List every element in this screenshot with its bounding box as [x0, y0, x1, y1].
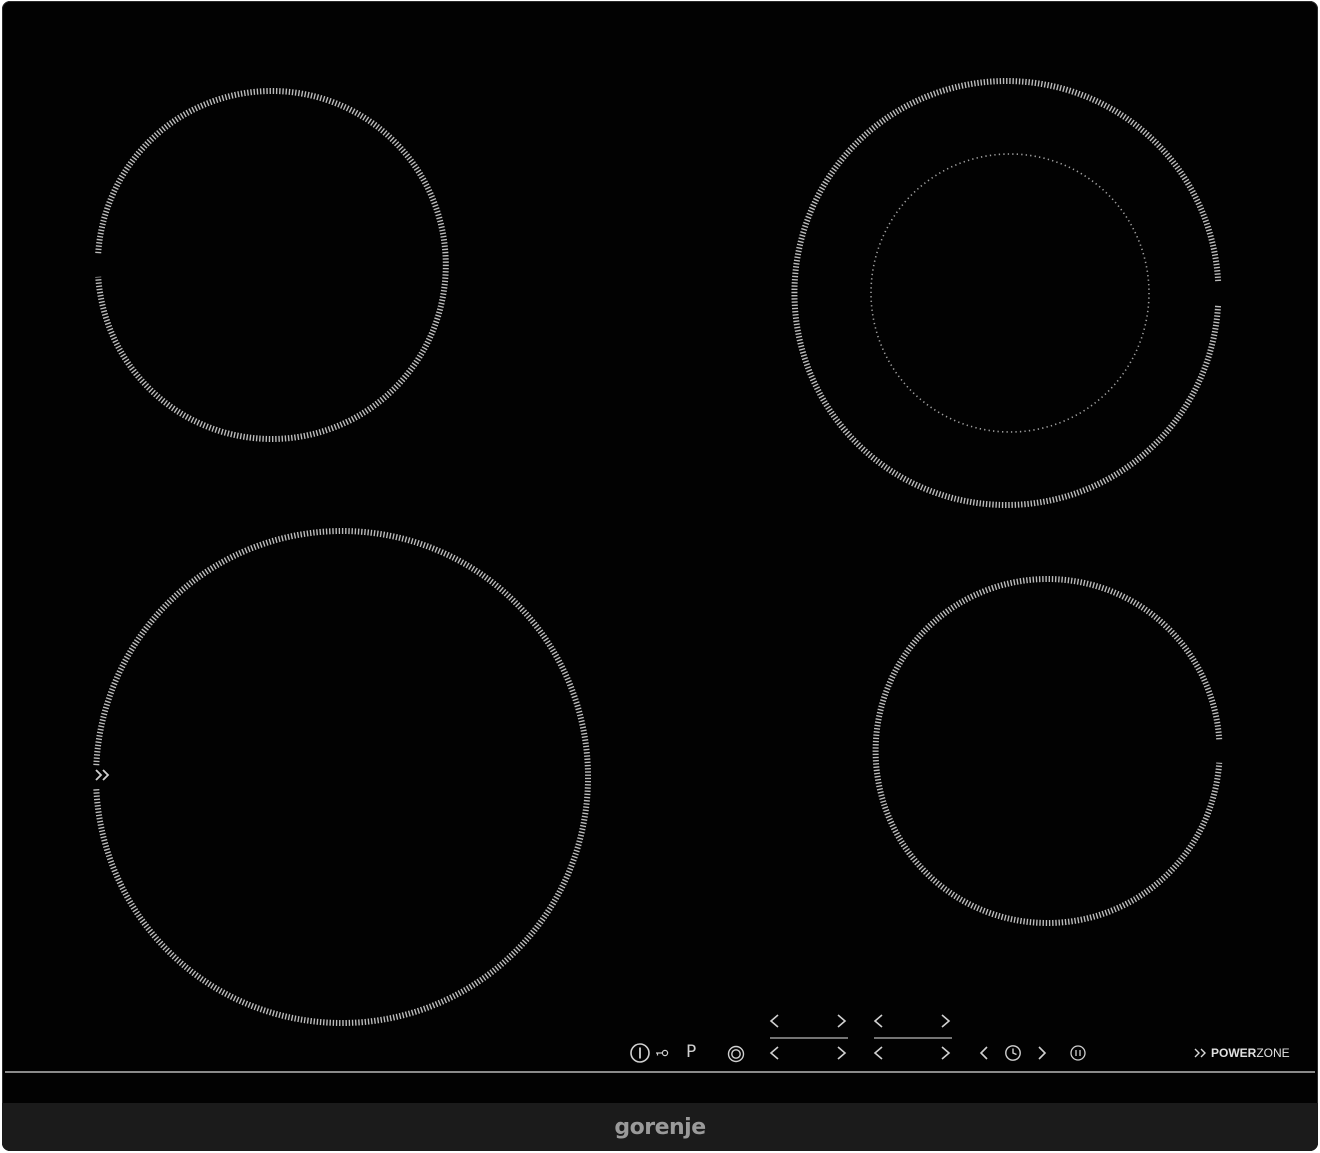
- zone-rear-left[interactable]: [95, 88, 449, 442]
- powerzone-label: POWERZONE: [1194, 1046, 1290, 1060]
- zone-rear-right-outer-ring: [791, 78, 1222, 508]
- boost-chevron-icon: [95, 769, 110, 781]
- front-right-increase-icon[interactable]: [941, 1046, 951, 1060]
- zone-front-right-ring: [872, 576, 1223, 926]
- zone-front-left[interactable]: [93, 528, 591, 1026]
- zone-front-left-ring: [93, 528, 591, 1026]
- rear-right-increase-icon[interactable]: [941, 1014, 951, 1028]
- powerzone-suffix: ZONE: [1256, 1046, 1290, 1060]
- cooktop-glass: P POWERZONE gorenje: [2, 1, 1318, 1151]
- front-left-increase-icon[interactable]: [837, 1046, 847, 1060]
- power-icon[interactable]: [629, 1042, 651, 1064]
- clock-icon[interactable]: [1005, 1045, 1021, 1061]
- front-right-decrease-icon[interactable]: [873, 1046, 883, 1060]
- timer-decrease-icon[interactable]: [979, 1046, 988, 1060]
- control-divider: [5, 1071, 1315, 1073]
- program-button[interactable]: P: [686, 1042, 696, 1062]
- zone-front-right[interactable]: [872, 576, 1223, 926]
- zone-rear-right-inner-ring: [870, 153, 1150, 433]
- double-chevron-icon: [1194, 1048, 1206, 1058]
- rear-left-decrease-icon[interactable]: [769, 1014, 779, 1028]
- front-left-decrease-icon[interactable]: [769, 1046, 779, 1060]
- rear-right-decrease-icon[interactable]: [873, 1014, 883, 1028]
- pause-icon[interactable]: [1069, 1044, 1087, 1062]
- timer-increase-icon[interactable]: [1038, 1046, 1047, 1060]
- zone-slider-group-right: [873, 1014, 952, 1060]
- timer-control: [979, 1045, 1047, 1061]
- rear-left-increase-icon[interactable]: [837, 1014, 847, 1028]
- zone-slider-group-left: [769, 1014, 848, 1060]
- zone-rear-right[interactable]: [791, 78, 1222, 508]
- powerzone-prefix: POWER: [1211, 1046, 1257, 1060]
- cooking-zones: [93, 78, 1223, 1026]
- brand-logo: gorenje: [614, 1114, 706, 1140]
- zone-rear-left-ring: [95, 88, 449, 442]
- key-lock-icon[interactable]: [655, 1047, 669, 1059]
- dual-ring-icon[interactable]: [726, 1044, 746, 1064]
